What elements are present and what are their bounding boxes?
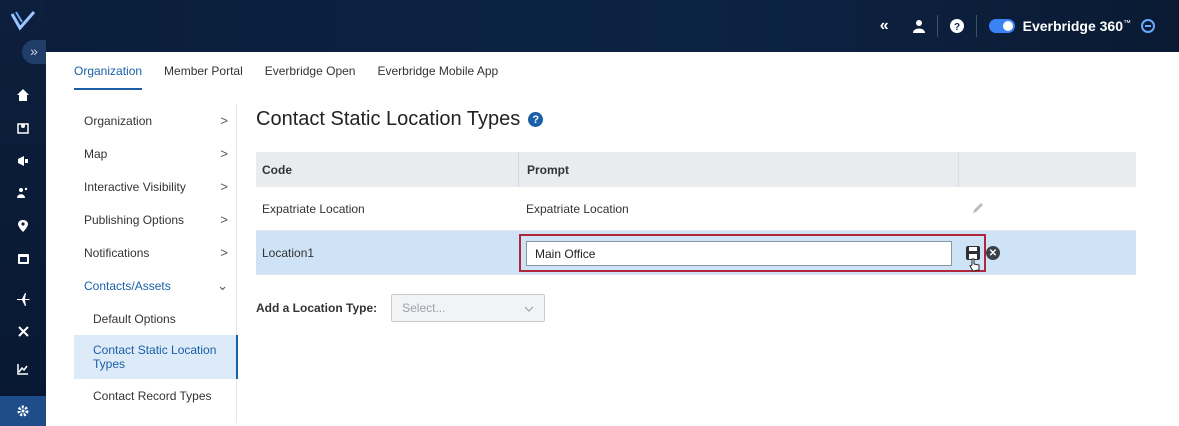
- expand-rail-icon[interactable]: »: [22, 40, 46, 64]
- edit-pencil-icon[interactable]: [972, 201, 984, 217]
- cancel-close-icon[interactable]: ✕: [986, 246, 1000, 260]
- chevron-down-icon: [524, 301, 534, 315]
- column-header-prompt[interactable]: Prompt: [518, 152, 958, 187]
- cell-code: Location1: [262, 245, 315, 260]
- help-icon[interactable]: ?: [528, 112, 544, 127]
- sidenav-subitem-contact-record-types[interactable]: Contact Record Types: [74, 379, 238, 412]
- chevron-right-icon: >: [220, 212, 228, 227]
- collapse-icon[interactable]: «: [868, 15, 901, 37]
- tab-organization[interactable]: Organization: [74, 64, 143, 90]
- help-icon[interactable]: ?: [938, 15, 977, 37]
- menu-icon[interactable]: [1141, 19, 1155, 33]
- add-location-type: Add a Location Type: Select...: [256, 294, 546, 322]
- airplane-icon[interactable]: [0, 284, 46, 314]
- tab-everbridge-open[interactable]: Everbridge Open: [265, 64, 356, 90]
- settings-gear-icon[interactable]: [0, 396, 46, 426]
- sidenav-item-label: Publishing Options: [84, 212, 185, 227]
- sidenav-item-label: Notifications: [84, 245, 150, 260]
- location-pin-icon[interactable]: [0, 211, 46, 241]
- chevron-right-icon: >: [220, 245, 228, 260]
- table-row[interactable]: Expatriate Location Expatriate Location: [256, 187, 1136, 231]
- settings-sidenav: Organization > Map > Interactive Visibil…: [74, 104, 238, 412]
- left-rail: »: [0, 0, 46, 426]
- tab-everbridge-mobile-app[interactable]: Everbridge Mobile App: [377, 64, 498, 90]
- tab-member-portal[interactable]: Member Portal: [164, 64, 243, 90]
- analytics-chart-icon[interactable]: [0, 354, 46, 384]
- column-header-code[interactable]: Code: [256, 163, 518, 177]
- cell-actions: [958, 187, 1136, 230]
- cell-prompt: Expatriate Location: [526, 201, 629, 216]
- sidenav-item-label: Organization: [84, 113, 153, 128]
- sidenav-item-map[interactable]: Map >: [74, 137, 238, 170]
- sidenav-item-label: Contacts/Assets: [84, 278, 171, 293]
- megaphone-icon[interactable]: [0, 146, 46, 176]
- sidenav-item-label: Interactive Visibility: [84, 179, 186, 194]
- sidenav-item-organization[interactable]: Organization >: [74, 104, 238, 137]
- sidenav-item-label: Map: [84, 146, 108, 161]
- home-icon[interactable]: [0, 80, 46, 110]
- sidenav-item-interactive-visibility[interactable]: Interactive Visibility >: [74, 170, 238, 203]
- select-placeholder: Select...: [402, 301, 446, 315]
- chevron-right-icon: >: [220, 179, 228, 194]
- sidenav-item-notifications[interactable]: Notifications >: [74, 236, 238, 269]
- hand-cursor-icon: [969, 258, 981, 275]
- top-actions: « ? Everbridge 360™: [868, 0, 1179, 52]
- add-location-type-label: Add a Location Type:: [256, 301, 378, 315]
- top-tabs: Organization Member Portal Everbridge Op…: [74, 64, 520, 90]
- calendar-icon[interactable]: [0, 243, 46, 273]
- sidenav-item-contacts-assets[interactable]: Contacts/Assets ⌄: [74, 269, 238, 302]
- crossed-tools-icon[interactable]: [0, 316, 46, 346]
- prompt-input[interactable]: Main Office: [526, 241, 952, 266]
- location-type-select[interactable]: Select...: [391, 294, 546, 322]
- cell-code: Expatriate Location: [262, 201, 365, 216]
- page-title: Contact Static Location Types ?: [256, 108, 544, 131]
- sidenav-subitem-contact-static-location-types[interactable]: Contact Static Location Types: [74, 335, 238, 379]
- everbridge-logo-icon: [10, 8, 36, 34]
- map-icon[interactable]: [0, 113, 46, 143]
- svg-text:?: ?: [954, 22, 960, 33]
- page-title-text: Contact Static Location Types: [256, 108, 521, 130]
- sidenav-subitem-default-options[interactable]: Default Options: [74, 302, 238, 335]
- user-icon[interactable]: [901, 15, 938, 37]
- top-bar: « ? Everbridge 360™: [0, 0, 1179, 52]
- chevron-right-icon: >: [220, 146, 228, 161]
- chevron-down-icon: ⌄: [217, 277, 228, 293]
- brand-toggle[interactable]: Everbridge 360™: [977, 15, 1179, 37]
- people-icon[interactable]: [0, 178, 46, 208]
- brand-name: Everbridge 360™: [1022, 18, 1131, 34]
- chevron-right-icon: >: [220, 113, 228, 128]
- table-header: Code Prompt: [256, 152, 1136, 187]
- column-header-actions: [958, 152, 1136, 187]
- toggle-switch[interactable]: [988, 19, 1015, 33]
- sidenav-item-publishing-options[interactable]: Publishing Options >: [74, 203, 238, 236]
